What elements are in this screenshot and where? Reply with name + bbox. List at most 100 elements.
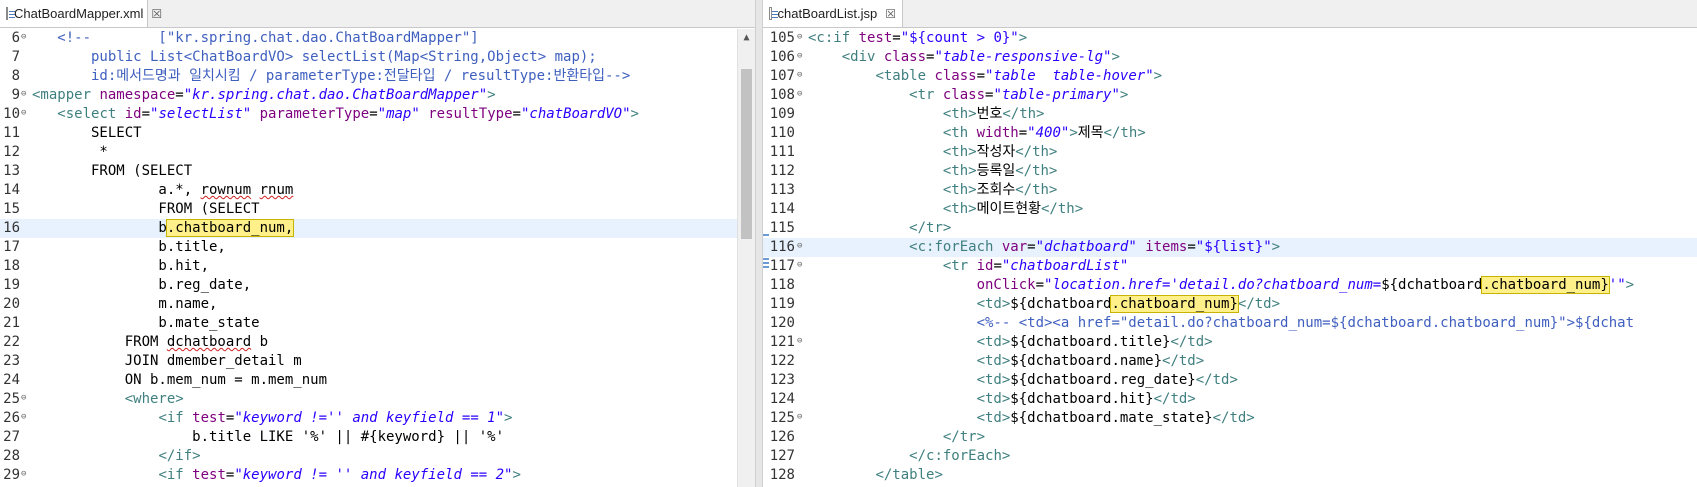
code-line[interactable]: 22 FROM dchatboard b bbox=[0, 333, 755, 352]
code-line[interactable]: 23 JOIN dmember_detail m bbox=[0, 352, 755, 371]
code-editor-right[interactable]: 105 ⊖ <c:if test="${count > 0}"> 106 ⊖ <div … bbox=[763, 29, 1697, 487]
code-line[interactable]: 7 public List<ChatBoardVO> selectList(Ma… bbox=[0, 48, 755, 67]
code-text: JOIN dmember_detail m bbox=[32, 352, 302, 371]
code-text: public List<ChatBoardVO> selectList(Map<… bbox=[32, 48, 597, 67]
code-line[interactable]: 114 <th>메이트현황</th> bbox=[763, 200, 1697, 219]
code-line[interactable]: 26 ⊖ <if test="keyword !='' and keyfield … bbox=[0, 409, 755, 428]
fold-toggle-icon[interactable]: ⊖ bbox=[797, 86, 807, 105]
code-line[interactable]: 12 * bbox=[0, 143, 755, 162]
tab-chatboardmapper-xml[interactable]: ChatBoardMapper.xml ☒ bbox=[0, 0, 162, 27]
code-text: <td>${dchatboard.reg_date}</td> bbox=[808, 371, 1238, 390]
tab-title: chatBoardList.jsp bbox=[777, 6, 878, 21]
code-line[interactable]: 11 SELECT bbox=[0, 124, 755, 143]
code-line[interactable]: 108 ⊖ <tr class="table-primary"> bbox=[763, 86, 1697, 105]
tab-chatboardlist-jsp[interactable]: chatBoardList.jsp ☒ bbox=[763, 0, 903, 27]
code-line[interactable]: 106 ⊖ <div class="table-responsive-lg"> bbox=[763, 48, 1697, 67]
code-token: namespace bbox=[99, 87, 176, 103]
code-line[interactable]: 20 m.name, bbox=[0, 295, 755, 314]
code-line[interactable]: 119 <td>${dchatboard.chatboard_num}</td> bbox=[763, 295, 1697, 314]
code-line[interactable]: 126 </tr> bbox=[763, 428, 1697, 447]
code-line[interactable]: 15 FROM (SELECT bbox=[0, 200, 755, 219]
code-line[interactable]: 10 ⊖ <select id="selectList" parameterTyp… bbox=[0, 105, 755, 124]
code-line[interactable]: 123 <td>${dchatboard.reg_date}</td> bbox=[763, 371, 1697, 390]
code-line[interactable]: 127 </c:forEach> bbox=[763, 447, 1697, 466]
code-line[interactable]: 29 ⊖ <if test="keyword != '' and keyfield… bbox=[0, 466, 755, 485]
code-text: b.hit, bbox=[32, 257, 209, 276]
code-line[interactable]: 116 ⊖ <c:forEach var="dchatboard" items="… bbox=[763, 238, 1697, 257]
code-line[interactable]: 28 </if> bbox=[0, 447, 755, 466]
code-token: <th> bbox=[942, 106, 977, 122]
fold-toggle-icon[interactable]: ⊖ bbox=[797, 67, 807, 86]
fold-toggle-icon[interactable]: ⊖ bbox=[797, 238, 807, 257]
editor-splitter[interactable] bbox=[755, 0, 763, 487]
code-line[interactable]: 9 ⊖ <mapper namespace="kr.spring.chat.dao.… bbox=[0, 86, 755, 105]
code-token: = bbox=[512, 106, 521, 122]
code-line[interactable]: 105 ⊖ <c:if test="${count > 0}"> bbox=[763, 29, 1697, 48]
code-line[interactable]: 110 <th width="400">제목</th> bbox=[763, 124, 1697, 143]
line-number: 122 bbox=[769, 353, 795, 369]
code-token: "400" bbox=[1027, 125, 1070, 141]
fold-toggle-icon[interactable]: ⊖ bbox=[797, 333, 807, 352]
close-tab-icon[interactable]: ☒ bbox=[885, 7, 896, 21]
close-tab-icon[interactable]: ☒ bbox=[151, 7, 162, 21]
code-line[interactable]: 6 ⊖ <!-- ["kr.spring.chat.dao.ChatBoardMa… bbox=[0, 29, 755, 48]
code-line[interactable]: 125 ⊖ <td>${dchatboard.mate_state}</td> bbox=[763, 409, 1697, 428]
code-token: class bbox=[942, 87, 986, 103]
code-token: <th> bbox=[942, 163, 977, 179]
code-line[interactable]: 14 a.*, rownum rnum bbox=[0, 181, 755, 200]
fold-toggle-icon[interactable]: ⊖ bbox=[21, 409, 31, 428]
code-line[interactable]: 121 ⊖ <td>${dchatboard.title}</td> bbox=[763, 333, 1697, 352]
line-number: 18 bbox=[3, 258, 20, 274]
fold-toggle-icon[interactable]: ⊖ bbox=[797, 29, 807, 48]
code-token: <if bbox=[158, 467, 193, 483]
code-line[interactable]: 120 <%-- <td><a href="detail.do?chatboar… bbox=[763, 314, 1697, 333]
code-line[interactable]: 117 ⊖ <tr id="chatboardList" bbox=[763, 257, 1697, 276]
code-line[interactable]: 124 <td>${dchatboard.hit}</td> bbox=[763, 390, 1697, 409]
code-line[interactable]: 17 b.title, bbox=[0, 238, 755, 257]
code-line[interactable]: 21 b.mate_state bbox=[0, 314, 755, 333]
code-editor-left[interactable]: 6 ⊖ <!-- ["kr.spring.chat.dao.ChatBoardMa… bbox=[0, 29, 755, 487]
scroll-up-icon[interactable]: ▲ bbox=[738, 29, 755, 46]
code-token: > bbox=[512, 467, 521, 483]
fold-toggle-icon[interactable]: ⊖ bbox=[797, 409, 807, 428]
line-number: 28 bbox=[3, 448, 20, 464]
code-line[interactable]: 24 ON b.mem_num = m.mem_num bbox=[0, 371, 755, 390]
vertical-scrollbar[interactable]: ▲ bbox=[737, 29, 755, 487]
code-text: </if> bbox=[32, 447, 200, 466]
line-number: 110 bbox=[769, 125, 795, 141]
code-line[interactable]: 112 <th>등록일</th> bbox=[763, 162, 1697, 181]
fold-toggle-icon[interactable]: ⊖ bbox=[21, 105, 31, 124]
code-token: = bbox=[1035, 277, 1045, 293]
code-line[interactable]: 118 onClick="location.href='detail.do?ch… bbox=[763, 276, 1697, 295]
code-line[interactable]: 8 id:메서드명과 일치시킴 / parameterType:전달타입 / r… bbox=[0, 67, 755, 86]
code-line[interactable]: 115 </tr> bbox=[763, 219, 1697, 238]
code-line[interactable]: 122 <td>${dchatboard.name}</td> bbox=[763, 352, 1697, 371]
fold-toggle-icon[interactable]: ⊖ bbox=[797, 257, 807, 276]
fold-toggle-icon[interactable]: ⊖ bbox=[21, 390, 31, 409]
code-line[interactable]: 16 b.chatboard_num, bbox=[0, 219, 755, 238]
code-token: > bbox=[1625, 277, 1635, 293]
fold-toggle-icon[interactable]: ⊖ bbox=[797, 48, 807, 67]
code-line[interactable]: 111 <th>작성자</th> bbox=[763, 143, 1697, 162]
line-number: 117 bbox=[769, 258, 795, 274]
code-line[interactable]: 107 ⊖ <table class="table table-hover"> bbox=[763, 67, 1697, 86]
code-line[interactable]: 109 <th>번호</th> bbox=[763, 105, 1697, 124]
line-number: 124 bbox=[769, 391, 795, 407]
code-token: ${dchatboard.name} bbox=[1010, 353, 1163, 369]
fold-toggle-icon[interactable]: ⊖ bbox=[21, 86, 31, 105]
code-line[interactable]: 27 b.title LIKE '%' || #{keyword} || '%' bbox=[0, 428, 755, 447]
code-line[interactable]: 25 ⊖ <where> bbox=[0, 390, 755, 409]
code-token: <table bbox=[875, 68, 935, 84]
fold-toggle-icon[interactable]: ⊖ bbox=[21, 29, 31, 48]
code-line[interactable]: 13 FROM (SELECT bbox=[0, 162, 755, 181]
code-line[interactable]: 18 b.hit, bbox=[0, 257, 755, 276]
code-line[interactable]: 113 <th>조회수</th> bbox=[763, 181, 1697, 200]
fold-toggle-icon[interactable]: ⊖ bbox=[21, 466, 31, 485]
code-line[interactable]: 128 </table> bbox=[763, 466, 1697, 485]
scroll-thumb[interactable] bbox=[741, 69, 752, 239]
code-token: <th> bbox=[942, 201, 977, 217]
code-line[interactable]: 19 b.reg_date, bbox=[0, 276, 755, 295]
code-token: = bbox=[369, 106, 378, 122]
